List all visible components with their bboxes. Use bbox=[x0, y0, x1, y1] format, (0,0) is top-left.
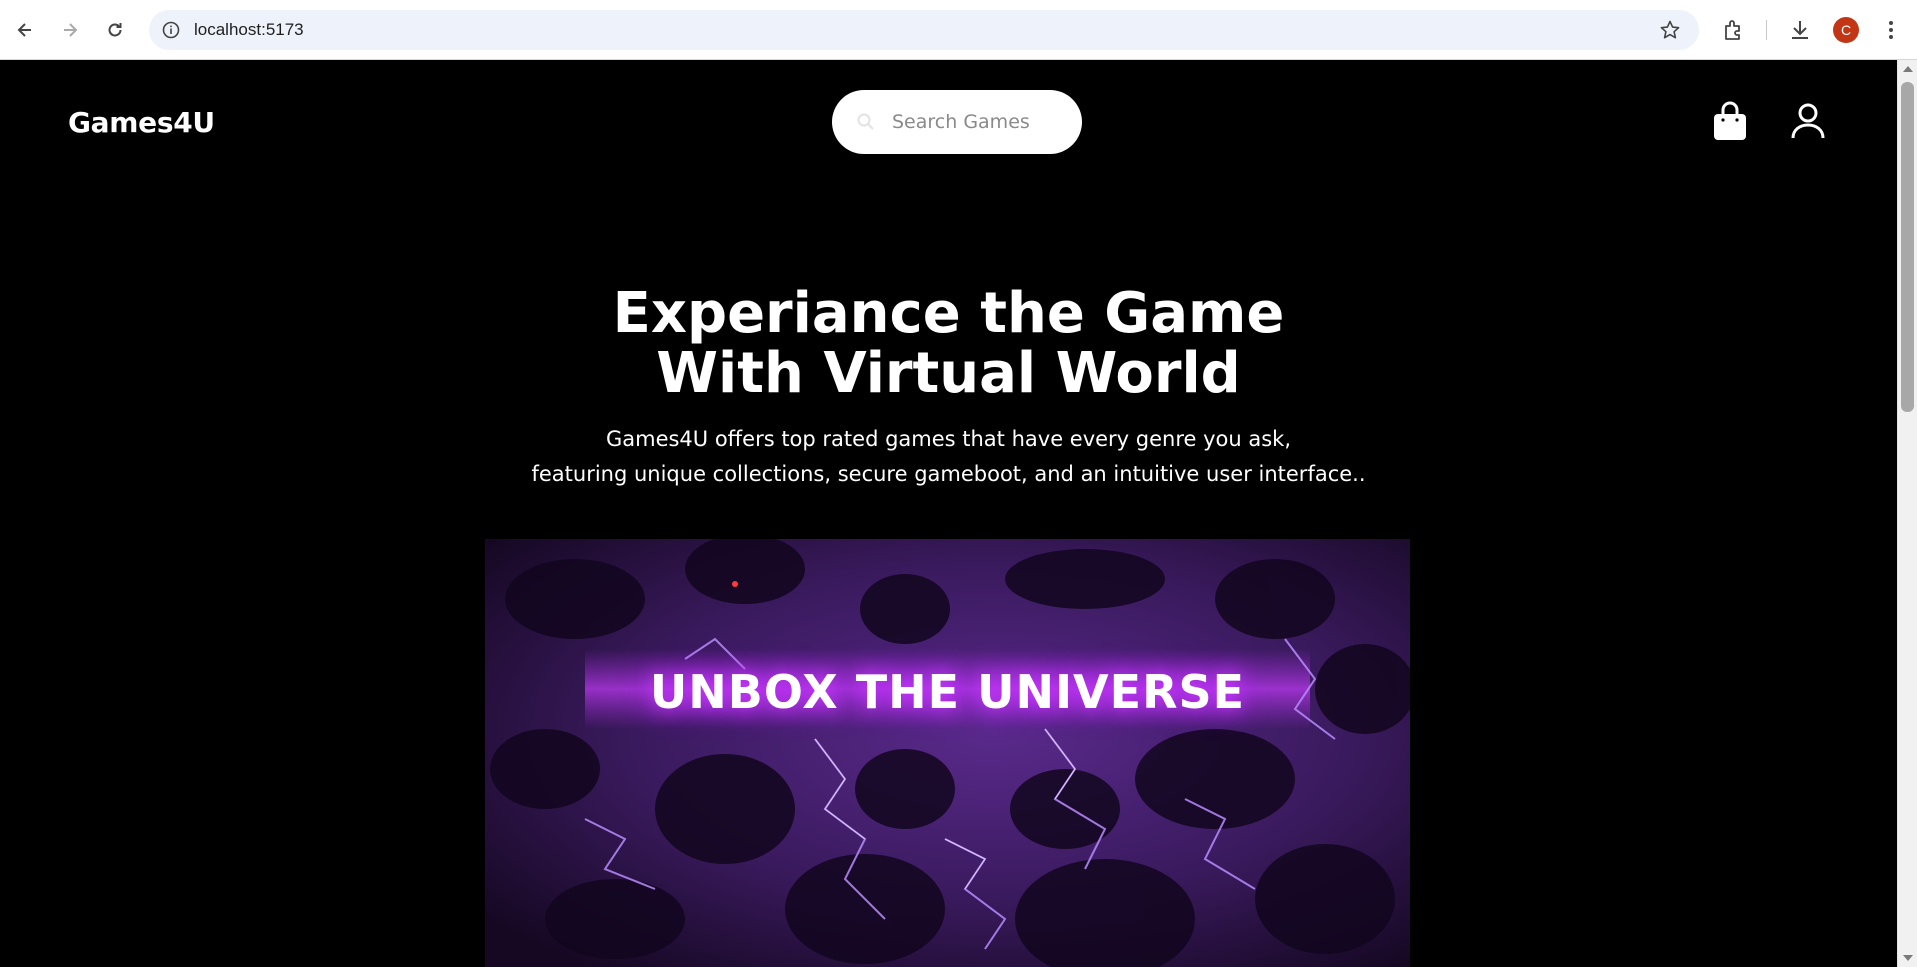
extensions-icon[interactable] bbox=[1721, 17, 1747, 43]
hero-title-line-1: Experiance the Game bbox=[612, 281, 1285, 346]
banner-headline: UNBOX THE UNIVERSE bbox=[649, 665, 1246, 719]
arrow-right-icon bbox=[64, 23, 78, 37]
reload-icon bbox=[108, 23, 122, 37]
more-menu-icon[interactable] bbox=[1878, 17, 1904, 43]
address-bar[interactable]: localhost:5173 bbox=[149, 10, 1699, 50]
user-icon[interactable] bbox=[1790, 102, 1826, 140]
shopping-bag-icon[interactable] bbox=[1712, 100, 1748, 142]
search-box[interactable] bbox=[832, 90, 1082, 154]
search-icon bbox=[857, 113, 874, 130]
page-scrollbar[interactable] bbox=[1897, 60, 1917, 967]
reload-button[interactable] bbox=[99, 14, 131, 46]
bookmark-star-icon[interactable] bbox=[1659, 19, 1681, 41]
search-input[interactable] bbox=[892, 90, 1067, 154]
forward-button[interactable] bbox=[54, 14, 86, 46]
download-icon[interactable] bbox=[1787, 17, 1813, 43]
site-info-icon[interactable] bbox=[161, 20, 181, 40]
back-button[interactable] bbox=[9, 14, 41, 46]
scroll-up-arrow[interactable] bbox=[1903, 66, 1913, 72]
hero-subtitle: Games4U offers top rated games that have… bbox=[0, 422, 1897, 492]
browser-toolbar: localhost:5173 C bbox=[0, 0, 1917, 60]
scrollbar-thumb[interactable] bbox=[1901, 82, 1914, 412]
scroll-down-arrow[interactable] bbox=[1903, 955, 1913, 961]
url-text[interactable]: localhost:5173 bbox=[194, 20, 304, 40]
banner-background bbox=[485, 539, 1410, 967]
page-content: Games4U Experiance the Game With Virtual… bbox=[0, 60, 1897, 967]
arrow-left-icon bbox=[17, 23, 31, 37]
hero-title: Experiance the Game With Virtual World bbox=[0, 284, 1897, 404]
hero-title-line-2: With Virtual World bbox=[656, 341, 1241, 406]
hero-subtitle-line-1: Games4U offers top rated games that have… bbox=[605, 427, 1292, 451]
profile-avatar[interactable]: C bbox=[1833, 17, 1859, 43]
brand-logo[interactable]: Games4U bbox=[68, 106, 215, 139]
hero-subtitle-line-2: featuring unique collections, secure gam… bbox=[531, 462, 1366, 486]
hero-banner-image: UNBOX THE UNIVERSE bbox=[485, 539, 1410, 967]
toolbar-divider bbox=[1766, 20, 1767, 40]
